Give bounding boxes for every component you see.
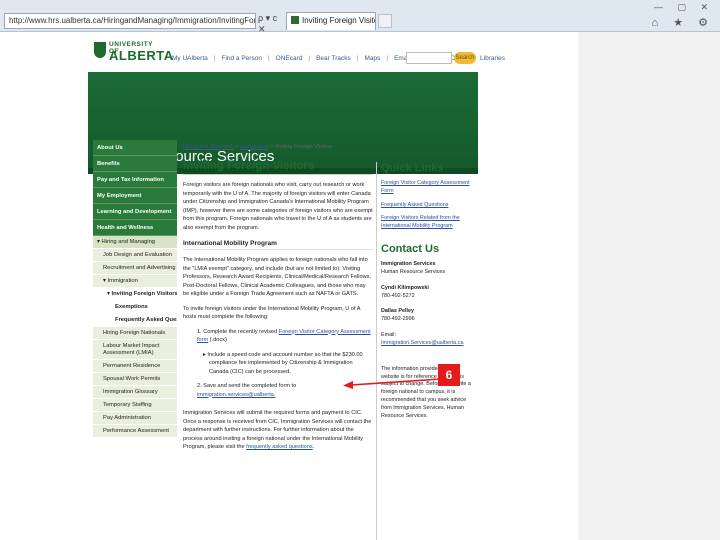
screenshot: http://www.hrs.ualberta.ca/HiringandMana… — [0, 0, 720, 540]
breadcrumb-link[interactable]: Hiring and Managing — [183, 144, 234, 150]
unit-name: Immigration Services — [381, 261, 436, 268]
contact-1-name: Cyndi Kilimpowski — [381, 284, 429, 291]
contact-email-link[interactable]: Immigration.Services@ualberta.ca — [381, 340, 475, 348]
topnav-link[interactable]: My UAlberta — [172, 55, 208, 62]
immigration-email-link[interactable]: immigration.services@ualberta. — [197, 392, 275, 398]
invite-paragraph: To invite foreign visitors under the Int… — [183, 305, 361, 321]
contact-2: Dallas Pelley — [381, 308, 475, 316]
sidebar-item[interactable]: Performance Assessment — [93, 425, 177, 438]
sidebar-item[interactable]: Exemptions — [93, 301, 177, 314]
sidebar-item[interactable]: Permanent Residence — [93, 360, 177, 373]
sidebar-item[interactable]: Recruitment and Advertising — [93, 262, 177, 275]
search-input[interactable] — [406, 52, 452, 64]
contact-2-phone: 780-492-2996 — [381, 316, 415, 323]
sidebar-item[interactable]: Immigration Glossary — [93, 386, 177, 399]
contact-1-phone: 780-492-5272 — [381, 292, 415, 299]
breadcrumb-link[interactable]: Immigration — [240, 144, 269, 150]
sidebar-item[interactable]: Job Design and Evaluation — [93, 249, 177, 262]
logo-line-2: ALBERTA — [109, 48, 174, 63]
address-tools[interactable]: ρ ▾ c ✕ — [258, 13, 284, 34]
page-title: Inviting Foreign Visitors — [183, 160, 373, 175]
topnav-link[interactable]: Bear Tracks — [316, 55, 351, 62]
sidebar-item[interactable]: Hiring Foreign Nationals — [93, 327, 177, 340]
search-button[interactable]: Search — [454, 52, 476, 64]
browser-chrome: http://www.hrs.ualberta.ca/HiringandMana… — [0, 0, 720, 34]
section-title: International Mobility Program — [183, 240, 373, 250]
main-content: Hiring and Managing > Immigration > Invi… — [183, 144, 373, 452]
quick-link[interactable]: Foreign Visitor Category Assessment Form — [381, 180, 475, 196]
page-margin — [578, 32, 720, 540]
step-1-suffix: (.docx) — [208, 337, 227, 343]
sidebar-item[interactable]: ▾ Inviting Foreign Visitors — [93, 288, 177, 301]
new-tab-button[interactable] — [378, 14, 392, 28]
annotation-arrow — [343, 378, 442, 389]
step-2-text: 2. Save and send the completed form to — [197, 383, 297, 389]
column-divider — [376, 162, 377, 540]
sidebar-item[interactable]: Learning and Development — [93, 204, 177, 220]
sidebar-item[interactable]: About Us — [93, 140, 177, 156]
email-label: Email: — [381, 332, 396, 339]
contact-2-name: Dallas Pelley — [381, 308, 414, 315]
faq-link[interactable]: frequently asked questions — [246, 444, 313, 450]
closing-end: . — [312, 444, 315, 450]
quick-links-title: Quick Links — [381, 162, 444, 174]
sidebar-item[interactable]: ▾ Hiring and Managing — [93, 236, 177, 249]
step-1: 1. Complete the recently revised Foreign… — [183, 328, 373, 345]
tab-title: Inviting Foreign Visitors - H... — [302, 16, 375, 25]
breadcrumb: Hiring and Managing > Immigration > Invi… — [183, 144, 373, 150]
sidebar-item[interactable]: ▾ Immigration — [93, 275, 177, 288]
university-logo[interactable]: UNIVERSITY OF ALBERTA — [94, 40, 173, 64]
intro-paragraph: Foreign visitors are foreign nationals w… — [183, 182, 373, 231]
step-1-bullet: ▸ Include a speed code and account numbe… — [203, 351, 363, 375]
sidebar-item[interactable]: Pay Administration — [93, 412, 177, 425]
sidebar-item[interactable]: Frequently Asked Questions — [93, 314, 177, 327]
window-controls[interactable]: — ▢ ✕ — [654, 2, 714, 13]
contact-title: Contact Us — [381, 243, 440, 256]
bullet-text: Include a speed code and account number … — [207, 351, 363, 375]
sidebar-item[interactable]: Temporary Staffing — [93, 399, 177, 412]
site-favicon-icon — [291, 16, 299, 24]
breadcrumb-current: Inviting Foreign Visitors — [275, 144, 333, 150]
quick-link[interactable]: Foreign Visitors Related from the Intern… — [381, 215, 475, 231]
step-1-text: 1. Complete the recently revised — [197, 328, 279, 335]
closing-paragraph: Immigration Services will submit the req… — [183, 409, 373, 452]
contact-1: Cyndi Kilimpowski — [381, 285, 475, 293]
sidebar-item[interactable]: Labour Market Impact Assessment (LMIA) — [93, 340, 177, 360]
browser-tab[interactable]: Inviting Foreign Visitors - H... — [286, 12, 376, 30]
topnav-link[interactable]: ONEcard — [276, 55, 303, 62]
topnav-link[interactable]: Libraries — [480, 55, 505, 62]
sidebar-item[interactable]: My Employment — [93, 188, 177, 204]
imp-paragraph: The International Mobility Program appli… — [183, 257, 371, 297]
topnav-link[interactable]: Maps — [364, 55, 380, 62]
address-bar[interactable]: http://www.hrs.ualberta.ca/HiringandMana… — [4, 13, 256, 29]
sidebar-item[interactable]: Health and Wellness — [93, 220, 177, 236]
toolbar-icons[interactable]: ⌂ ★ ⚙ — [652, 16, 714, 29]
quick-link[interactable]: Frequently Asked Questions — [381, 202, 475, 210]
sidebar-item[interactable]: Benefits — [93, 156, 177, 172]
sidebar-nav: About Us Benefits Pay and Tax Information M… — [93, 140, 177, 438]
topnav-link[interactable]: Find a Person — [221, 55, 261, 62]
disclaimer: The information provided on this website… — [381, 365, 471, 419]
sidebar-item[interactable]: Spousal Work Permits — [93, 373, 177, 386]
web-page: UNIVERSITY OF ALBERTA My UAlberta | Find a… — [88, 32, 578, 540]
unit-sub: Human Resource Services — [381, 268, 446, 275]
crest-icon — [94, 42, 106, 58]
sidebar-item[interactable]: Pay and Tax Information — [93, 172, 177, 188]
contact-unit: Immigration Services — [381, 261, 475, 269]
annotation-badge: 6 — [438, 364, 460, 386]
